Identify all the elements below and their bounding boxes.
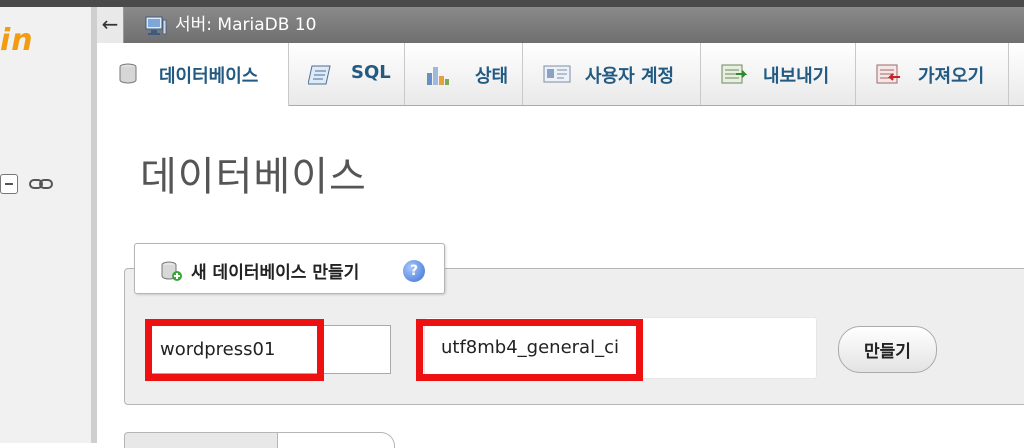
database-add-icon <box>161 261 182 281</box>
status-chart-icon <box>427 67 449 85</box>
tab-label: 사용자 계정 <box>585 66 675 87</box>
navigation-panel: in <box>0 7 91 443</box>
tab-databases[interactable]: 데이터베이스 <box>97 43 289 106</box>
tab-label: 가져오기 <box>918 66 985 87</box>
tab-label: SQL <box>351 62 391 83</box>
export-icon <box>721 64 747 84</box>
server-icon <box>145 16 167 35</box>
help-icon[interactable]: ? <box>403 260 425 282</box>
top-strip <box>0 0 1024 7</box>
server-link[interactable]: 서버: MariaDB 10 <box>175 14 316 36</box>
tab-export[interactable]: 내보내기 <box>701 43 856 105</box>
create-database-legend: 새 데이터베이스 만들기 ? <box>134 243 445 294</box>
user-accounts-icon <box>543 65 571 83</box>
page-title: 데이터베이스 <box>140 154 367 200</box>
create-database-label: 새 데이터베이스 만들기 <box>191 263 360 283</box>
import-icon <box>876 64 900 84</box>
tab-label: 내보내기 <box>763 66 830 87</box>
breadcrumb: ← 서버: MariaDB 10 <box>97 7 1024 43</box>
collapse-all-icon[interactable] <box>0 174 18 194</box>
link-with-main-panel-icon[interactable] <box>29 178 53 190</box>
tab-sql[interactable]: SQL <box>289 43 405 105</box>
phpmyadmin-logo[interactable]: in <box>0 23 34 58</box>
database-icon <box>119 63 137 84</box>
sql-icon <box>308 65 331 85</box>
tab-status[interactable]: 상태 <box>405 43 523 105</box>
tab-label: 데이터베이스 <box>159 66 259 87</box>
tab-user-accounts[interactable]: 사용자 계정 <box>523 43 701 105</box>
create-button[interactable]: 만들기 <box>838 326 937 373</box>
tab-label: 상태 <box>475 66 509 87</box>
toggle-navigation-button[interactable]: ← <box>97 7 124 43</box>
database-name-input[interactable] <box>150 325 391 374</box>
main-tabs: 데이터베이스 SQL 상태 사용자 계정 내보내기 가져오기 <box>97 43 1024 106</box>
bottom-tab-right[interactable] <box>277 432 395 448</box>
bottom-tab-left[interactable] <box>124 432 278 448</box>
collation-select[interactable]: utf8mb4_general_ci <box>424 317 817 379</box>
tab-import[interactable]: 가져오기 <box>856 43 1009 105</box>
